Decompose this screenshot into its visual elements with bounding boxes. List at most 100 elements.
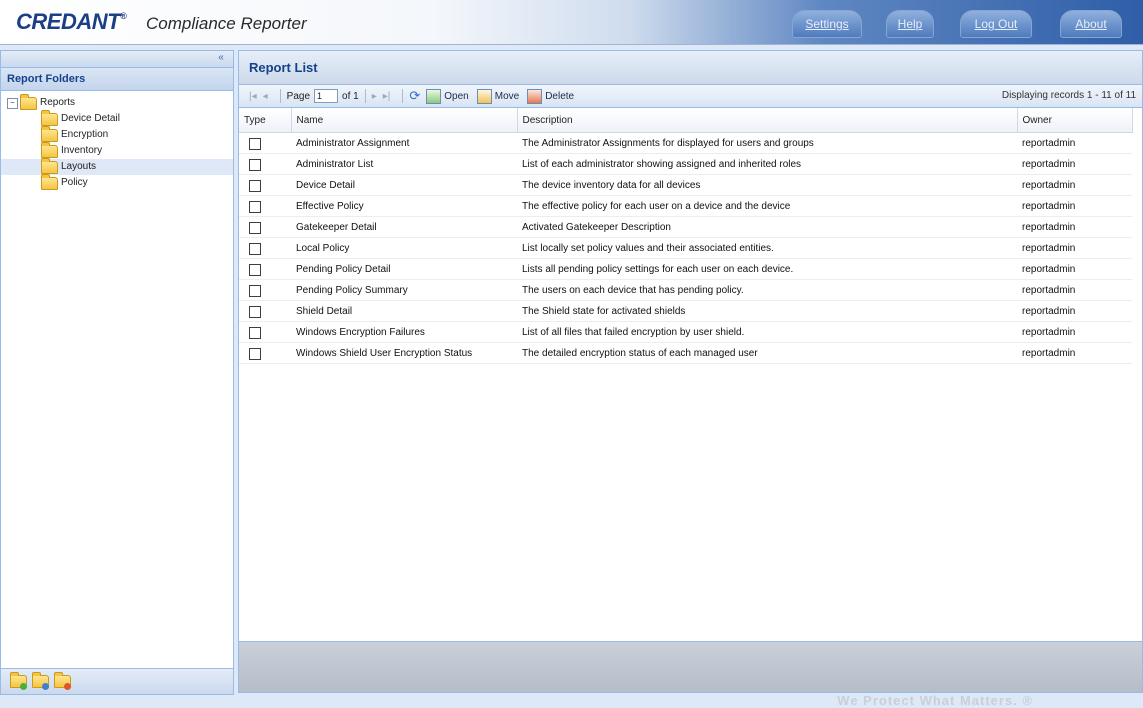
- next-page-icon[interactable]: ▸: [372, 91, 377, 102]
- report-type-icon: [249, 264, 261, 276]
- name-cell: Pending Policy Detail: [291, 258, 517, 280]
- product-name: Compliance Reporter: [146, 14, 307, 33]
- column-header-type[interactable]: Type: [239, 108, 292, 133]
- prev-page-icon[interactable]: ◂: [263, 91, 268, 102]
- description-cell: The users on each device that has pendin…: [517, 279, 1017, 301]
- table-row[interactable]: Device Detail The device inventory data …: [239, 174, 1132, 196]
- report-type-icon: [249, 348, 261, 360]
- tree-node-device-detail[interactable]: Device Detail: [1, 109, 233, 127]
- table-row[interactable]: Administrator List List of each administ…: [239, 153, 1132, 175]
- nav-about-link[interactable]: About: [1060, 10, 1122, 38]
- page-label: Page: [286, 90, 311, 102]
- folder-icon: [41, 125, 58, 142]
- collapse-panel-icon[interactable]: «: [215, 52, 227, 64]
- column-header-name[interactable]: Name: [291, 108, 518, 133]
- folder-tree: − Reports Device Detail Encryption Inven…: [1, 91, 233, 195]
- first-page-icon[interactable]: |◂: [249, 91, 257, 102]
- tree-node-label: Layouts: [61, 161, 97, 172]
- details-footer-bar: [239, 641, 1142, 692]
- table-row[interactable]: Local Policy List locally set policy val…: [239, 237, 1132, 259]
- last-page-icon[interactable]: ▸|: [383, 91, 391, 102]
- tree-node-reports[interactable]: − Reports: [1, 93, 233, 111]
- owner-cell: reportadmin: [1017, 321, 1132, 343]
- tree-node-label: Encryption: [61, 129, 109, 140]
- refresh-icon[interactable]: ⟳: [409, 88, 420, 104]
- move-button[interactable]: Move: [476, 88, 520, 104]
- owner-cell: reportadmin: [1017, 216, 1132, 238]
- app-header: CREDANT® Compliance Reporter Settings He…: [0, 0, 1143, 45]
- nav-settings-link[interactable]: Settings: [792, 10, 862, 38]
- table-row[interactable]: Effective Policy The effective policy fo…: [239, 195, 1132, 217]
- sidebar-header-strip: «: [1, 51, 233, 68]
- open-button-label: Open: [444, 90, 469, 102]
- tree-node-encryption[interactable]: Encryption: [1, 125, 233, 143]
- name-cell: Local Policy: [291, 237, 517, 259]
- report-folders-panel: « Report Folders − Reports Device Detail…: [0, 50, 234, 695]
- brand-name: CREDANT: [16, 9, 121, 34]
- table-row[interactable]: Windows Encryption Failures List of all …: [239, 321, 1132, 343]
- toolbar-separator: [364, 89, 366, 103]
- description-cell: The Administrator Assignments for displa…: [517, 132, 1017, 154]
- table-row[interactable]: Administrator Assignment The Administrat…: [239, 132, 1132, 154]
- delete-button[interactable]: Delete: [527, 88, 575, 104]
- report-type-icon: [249, 222, 261, 234]
- type-cell: [239, 195, 291, 217]
- table-row[interactable]: Pending Policy Detail Lists all pending …: [239, 258, 1132, 280]
- tree-node-inventory[interactable]: Inventory: [1, 141, 233, 159]
- table-row[interactable]: Windows Shield User Encryption Status Th…: [239, 342, 1132, 364]
- description-cell: The detailed encryption status of each m…: [517, 342, 1017, 364]
- add-badge-icon: [20, 682, 27, 690]
- page-count-label: of 1: [342, 90, 359, 102]
- name-cell: Windows Encryption Failures: [291, 321, 517, 343]
- type-cell: [239, 132, 291, 154]
- delete-report-icon: [527, 88, 543, 104]
- page-title: Report List: [239, 51, 1142, 85]
- owner-cell: reportadmin: [1017, 174, 1132, 196]
- nav-help-link[interactable]: Help: [886, 10, 934, 38]
- nav-logout-link[interactable]: Log Out: [960, 10, 1032, 38]
- folder-icon: [41, 173, 58, 190]
- column-header-owner[interactable]: Owner: [1017, 108, 1133, 133]
- sidebar-toolbar: [1, 668, 233, 694]
- report-type-icon: [249, 306, 261, 318]
- open-button[interactable]: Open: [426, 88, 469, 104]
- type-cell: [239, 174, 291, 196]
- delete-folder-icon[interactable]: [53, 672, 71, 690]
- collapse-node-icon[interactable]: −: [7, 97, 18, 109]
- page-number-input[interactable]: 1: [314, 89, 339, 103]
- edit-folder-icon[interactable]: [31, 672, 49, 690]
- table-row[interactable]: Shield Detail The Shield state for activ…: [239, 300, 1132, 322]
- name-cell: Gatekeeper Detail: [291, 216, 517, 238]
- owner-cell: reportadmin: [1017, 195, 1132, 217]
- owner-cell: reportadmin: [1017, 342, 1132, 364]
- report-type-icon: [249, 243, 261, 255]
- owner-cell: reportadmin: [1017, 279, 1132, 301]
- name-cell: Administrator Assignment: [291, 132, 517, 154]
- move-button-label: Move: [494, 90, 520, 102]
- report-list-panel: Report List |◂ ◂ Page 1 of 1 ▸ ▸| ⟳ Open…: [238, 50, 1143, 693]
- tree-node-layouts[interactable]: Layouts: [1, 157, 233, 175]
- footer-tagline: We Protect What Matters. ®: [837, 693, 1033, 708]
- table-row[interactable]: Pending Policy Summary The users on each…: [239, 279, 1132, 301]
- name-cell: Administrator List: [291, 153, 517, 175]
- description-cell: Lists all pending policy settings for ea…: [517, 258, 1017, 280]
- folder-icon: [41, 141, 58, 158]
- table-row[interactable]: Gatekeeper Detail Activated Gatekeeper D…: [239, 216, 1132, 238]
- new-folder-icon[interactable]: [9, 672, 27, 690]
- tree-node-label: Policy: [61, 177, 88, 188]
- description-cell: The effective policy for each user on a …: [517, 195, 1017, 217]
- name-cell: Windows Shield User Encryption Status: [291, 342, 517, 364]
- brand-registered-mark: ®: [120, 11, 127, 21]
- type-cell: [239, 279, 291, 301]
- report-type-icon: [249, 180, 261, 192]
- delete-button-label: Delete: [545, 90, 575, 102]
- description-cell: List of each administrator showing assig…: [517, 153, 1017, 175]
- description-cell: List locally set policy values and their…: [517, 237, 1017, 259]
- column-header-description[interactable]: Description: [517, 108, 1018, 133]
- tree-node-policy[interactable]: Policy: [1, 173, 233, 191]
- report-type-icon: [249, 138, 261, 150]
- owner-cell: reportadmin: [1017, 300, 1132, 322]
- edit-badge-icon: [42, 682, 49, 690]
- type-cell: [239, 321, 291, 343]
- brand-logo: CREDANT®: [16, 9, 127, 35]
